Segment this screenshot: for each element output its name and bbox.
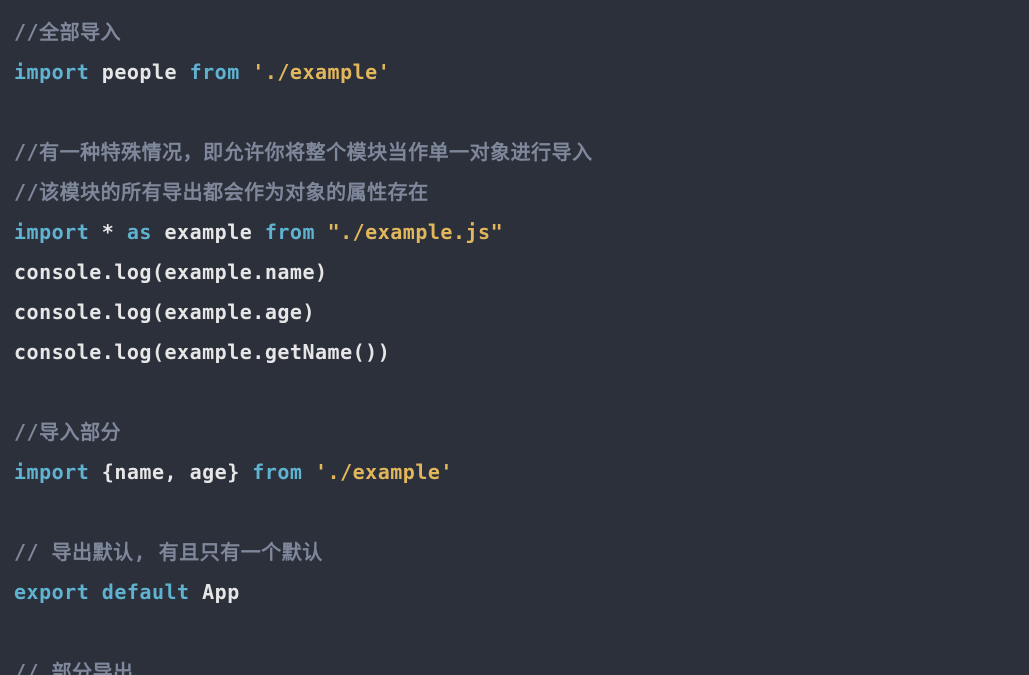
token-keyword: from (190, 60, 240, 84)
token-comment: //有一种特殊情况，即允许你将整个模块当作单一对象进行导入 (14, 140, 593, 164)
token-plain: App (190, 580, 240, 604)
code-line: console.log(example.name) (14, 260, 328, 284)
token-plain: console.log(example.age) (14, 300, 315, 324)
code-line: import people from './example' (14, 60, 390, 84)
token-comment: // 导出默认, 有且只有一个默认 (14, 540, 323, 564)
token-keyword: export (14, 580, 89, 604)
token-string: './example' (252, 60, 390, 84)
token-keyword: from (265, 220, 315, 244)
code-line: import {name, age} from './example' (14, 460, 453, 484)
token-string: "./example.js" (328, 220, 504, 244)
code-line: // 导出默认, 有且只有一个默认 (14, 540, 323, 564)
token-comment: //全部导入 (14, 20, 121, 44)
token-keyword: import (14, 60, 89, 84)
token-keyword: default (102, 580, 190, 604)
token-comment: // 部分导出 (14, 660, 134, 675)
code-line: //全部导入 (14, 20, 121, 44)
code-line: console.log(example.age) (14, 300, 315, 324)
code-line: console.log(example.getName()) (14, 340, 390, 364)
token-comment: //导入部分 (14, 420, 121, 444)
token-plain (315, 220, 328, 244)
token-comment: //该模块的所有导出都会作为对象的属性存在 (14, 180, 429, 204)
code-block: //全部导入 import people from './example' //… (0, 0, 1029, 675)
code-line: export default App (14, 580, 240, 604)
token-plain: * (89, 220, 127, 244)
token-plain: console.log(example.name) (14, 260, 328, 284)
token-plain: people (89, 60, 189, 84)
token-keyword: as (127, 220, 152, 244)
code-line: import * as example from "./example.js" (14, 220, 503, 244)
token-string: './example' (315, 460, 453, 484)
token-plain: example (152, 220, 265, 244)
code-line: //有一种特殊情况，即允许你将整个模块当作单一对象进行导入 (14, 140, 593, 164)
token-plain: console.log(example.getName()) (14, 340, 390, 364)
token-plain (302, 460, 315, 484)
token-keyword: from (252, 460, 302, 484)
code-line: //导入部分 (14, 420, 121, 444)
token-plain (89, 580, 102, 604)
token-keyword: import (14, 460, 89, 484)
token-keyword: import (14, 220, 89, 244)
code-line: //该模块的所有导出都会作为对象的属性存在 (14, 180, 429, 204)
token-plain (240, 60, 253, 84)
token-plain: {name, age} (89, 460, 252, 484)
code-line: // 部分导出 (14, 660, 134, 675)
